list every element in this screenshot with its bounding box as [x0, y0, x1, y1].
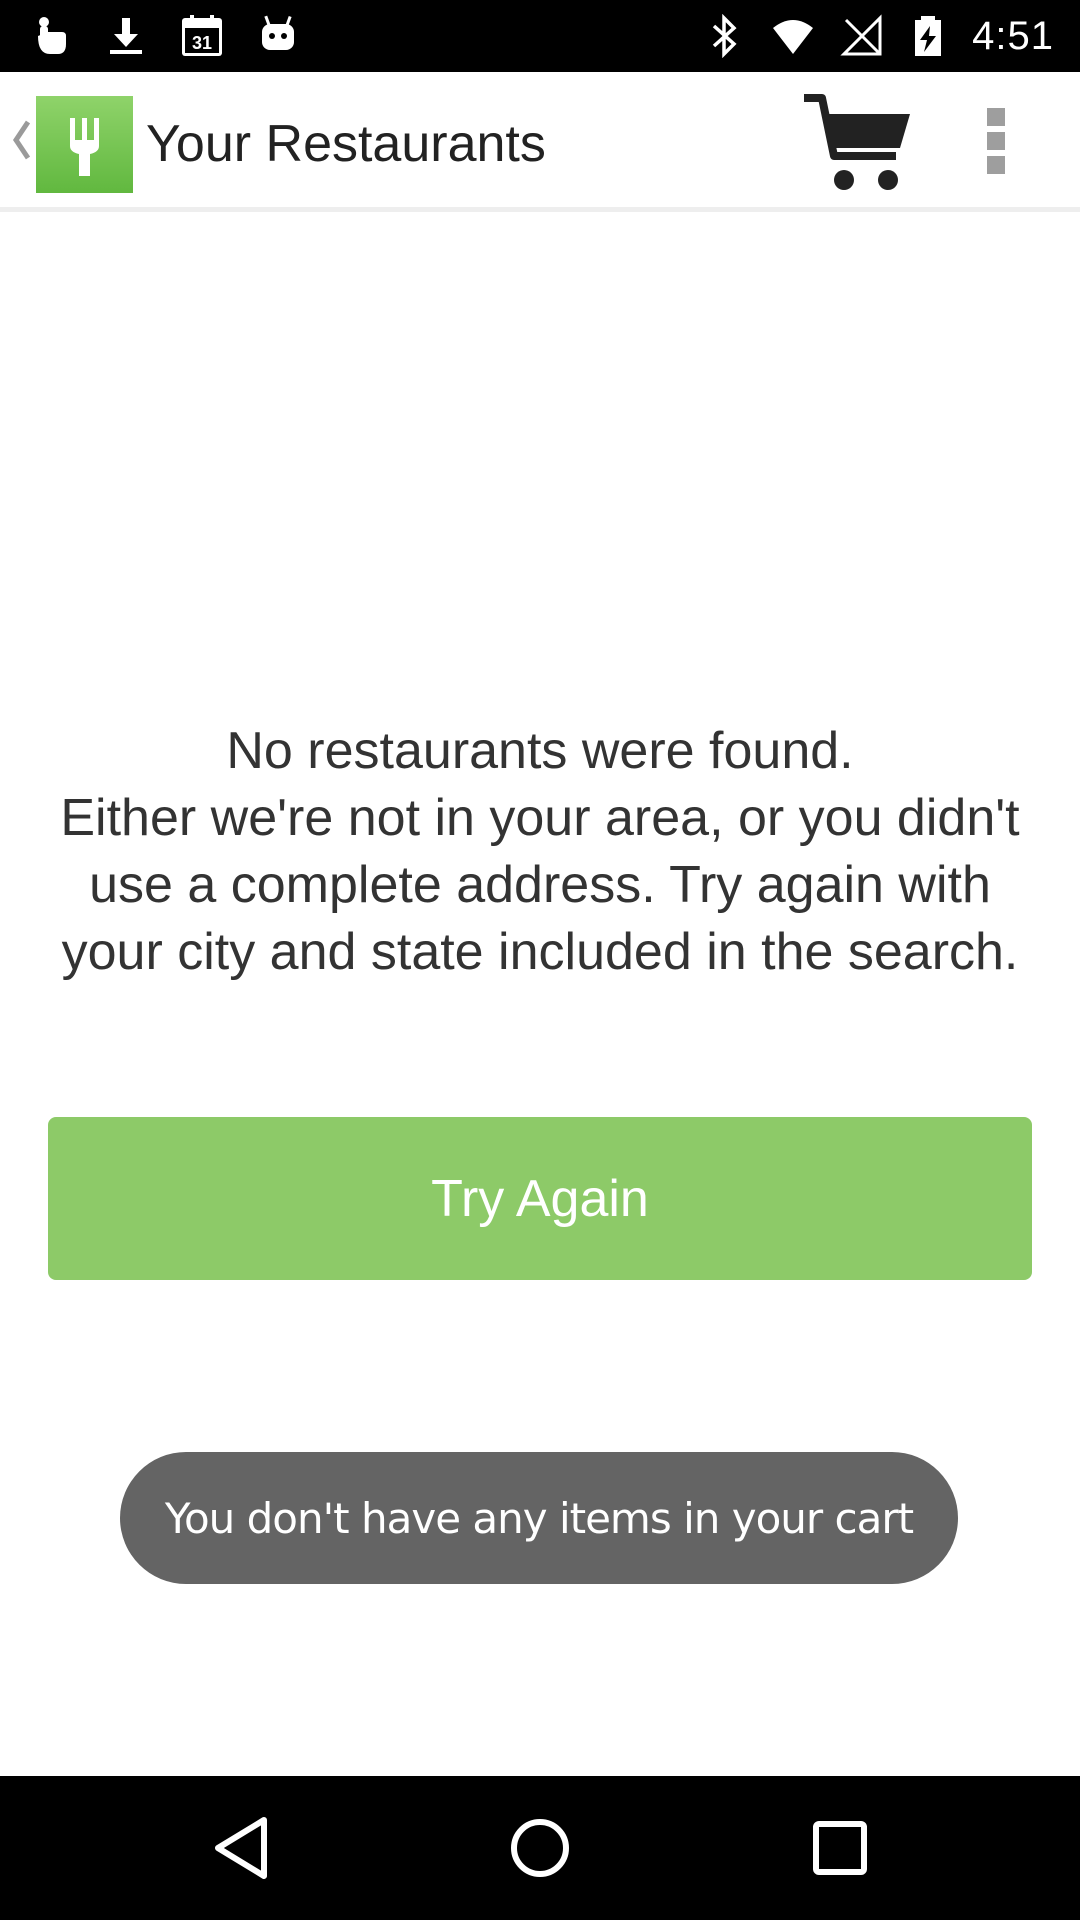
back-icon: [215, 1817, 267, 1879]
nav-back-button[interactable]: [204, 1810, 280, 1886]
app-bar: Your Restaurants: [0, 72, 1080, 212]
calendar-icon: 31: [182, 15, 222, 56]
status-right-icons: 4:51: [702, 10, 1054, 62]
toast-message: You don't have any items in your cart: [120, 1452, 958, 1584]
android-icon: [262, 15, 294, 50]
nav-recents-button[interactable]: [802, 1810, 878, 1886]
navigation-bar: [0, 1776, 1080, 1920]
up-caret-icon[interactable]: [10, 110, 34, 170]
no-signal-icon: [840, 14, 882, 56]
status-bar: 31 4:51: [0, 0, 1080, 72]
calendar-day: 31: [192, 33, 212, 53]
cart-icon[interactable]: [800, 92, 916, 196]
touch-icon: [38, 17, 66, 54]
page-title: Your Restaurants: [146, 115, 546, 173]
battery-charging-icon: [915, 16, 942, 56]
wifi-icon: [773, 20, 814, 54]
overflow-dot: [987, 132, 1005, 150]
home-icon: [511, 1819, 569, 1877]
app-logo[interactable]: [36, 96, 133, 193]
overflow-dot: [987, 108, 1005, 126]
bluetooth-icon: [712, 14, 737, 58]
empty-state-message: No restaurants were found. Either we're …: [40, 718, 1040, 986]
fork-icon: [70, 118, 99, 176]
overflow-dot: [987, 156, 1005, 174]
message-body: Either we're not in your area, or you di…: [60, 789, 1020, 981]
message-headline: No restaurants were found.: [226, 722, 854, 780]
status-left-icons: 31: [28, 10, 300, 62]
nav-home-button[interactable]: [502, 1810, 578, 1886]
recents-icon: [813, 1821, 867, 1875]
overflow-menu-icon[interactable]: [970, 108, 1022, 180]
download-icon: [110, 18, 142, 54]
try-again-button[interactable]: Try Again: [48, 1117, 1032, 1280]
status-time: 4:51: [972, 13, 1054, 58]
